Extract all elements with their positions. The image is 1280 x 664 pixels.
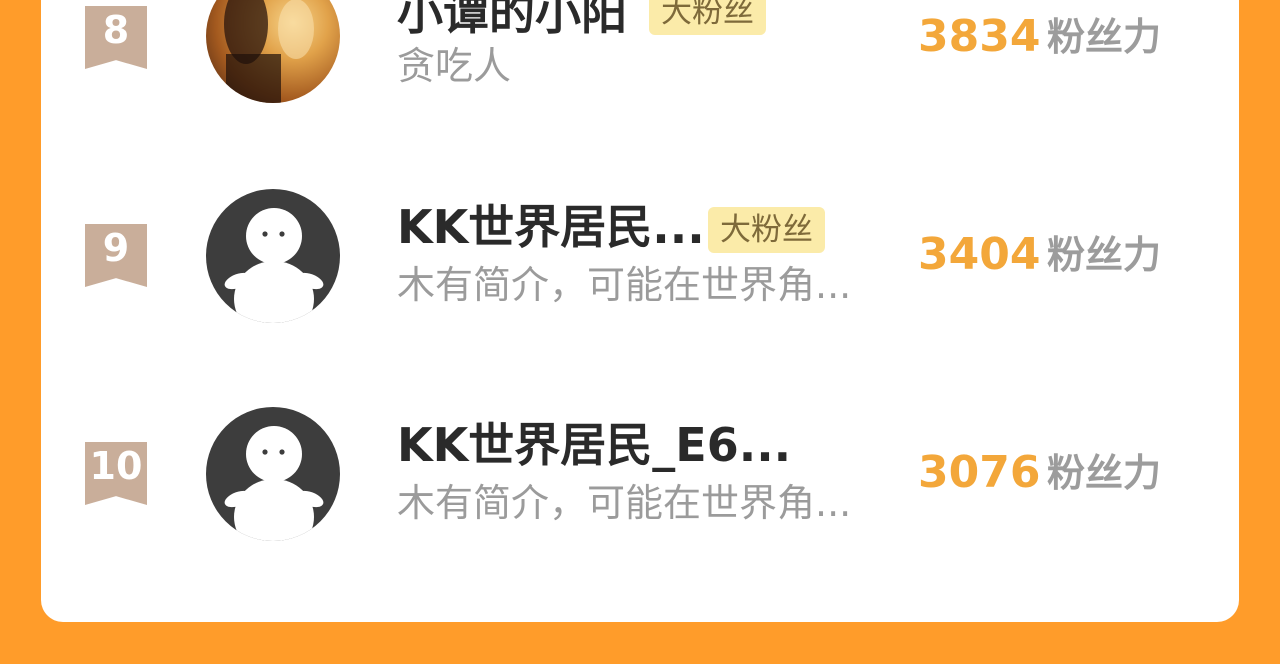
user-avatar[interactable]	[206, 189, 340, 323]
rank-ribbon: 8	[85, 6, 147, 69]
fan-score: 3076	[918, 447, 1041, 498]
fan-badge: 大粉丝	[649, 0, 766, 35]
fan-score-unit: 粉丝力	[1047, 233, 1162, 277]
user-description: 贪吃人	[397, 44, 512, 88]
user-description: 木有简介，可能在世界角...	[397, 263, 852, 307]
default-avatar-icon	[224, 426, 324, 541]
fan-score-unit: 粉丝力	[1047, 15, 1162, 59]
leaderboard-card	[41, 0, 1239, 622]
rank-ribbon: 9	[85, 224, 147, 287]
user-name[interactable]: KK世界居民...	[397, 199, 705, 255]
fan-badge: 大粉丝	[708, 207, 825, 253]
fan-score: 3404	[918, 229, 1041, 280]
default-avatar-icon	[224, 208, 324, 323]
user-description: 木有简介，可能在世界角...	[397, 481, 852, 525]
rank-ribbon: 10	[85, 442, 147, 505]
user-avatar[interactable]	[206, 407, 340, 541]
user-name[interactable]: KK世界居民_E6...	[397, 417, 791, 473]
fan-score: 3834	[918, 11, 1041, 62]
user-name[interactable]: 小谭的小阳	[397, 0, 627, 41]
fan-score-unit: 粉丝力	[1047, 451, 1162, 495]
